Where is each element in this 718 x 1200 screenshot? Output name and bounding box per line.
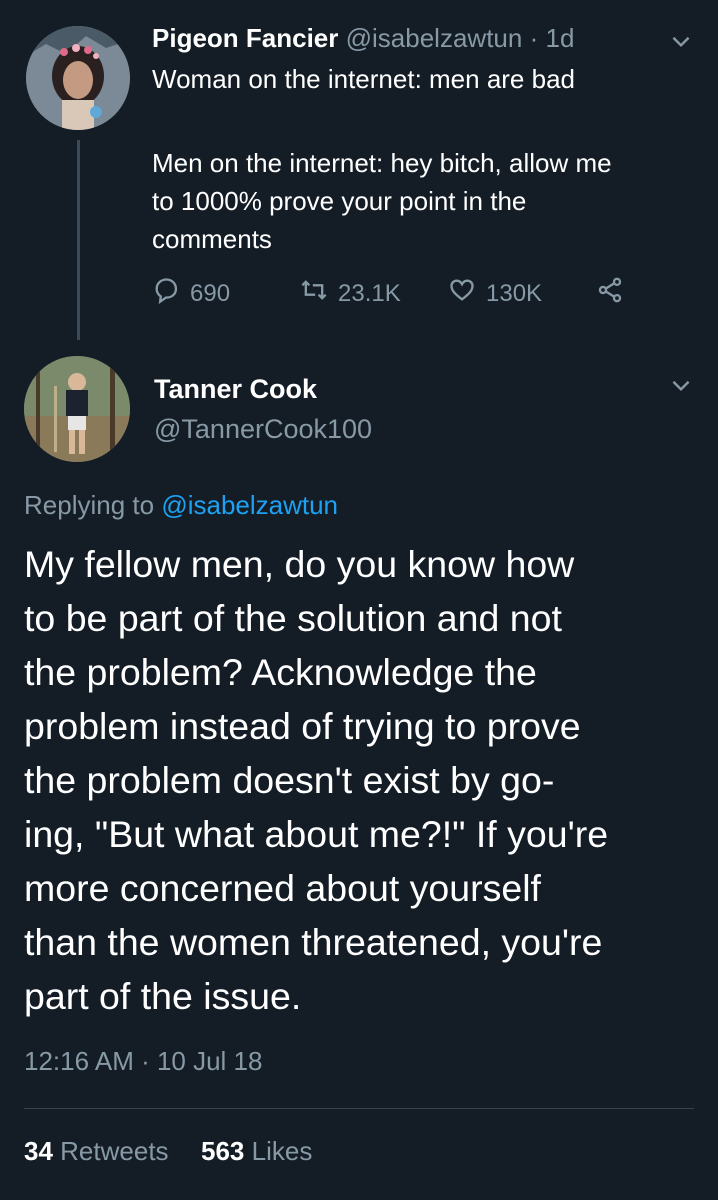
like-count: 130K (486, 279, 543, 307)
chevron-down-icon[interactable] (668, 28, 694, 59)
replying-prefix: Replying to (24, 490, 155, 520)
tweet-line: than the women threatened, you're (24, 921, 603, 963)
retweet-count: 23.1K (338, 279, 401, 307)
retweets-label: Retweets (60, 1136, 169, 1166)
like-button[interactable]: 130K (448, 276, 542, 311)
tweet-line: more concerned about yourself (24, 867, 541, 909)
tweet-line: problem instead of trying to prove (24, 705, 581, 747)
chevron-down-icon[interactable] (668, 372, 694, 403)
likes-count: 563 (201, 1136, 245, 1166)
time-ago[interactable]: 1d (545, 23, 574, 53)
text-line: Woman on the internet: men are bad (152, 64, 575, 94)
separator: · (529, 23, 539, 53)
tweet-line: the problem? Acknowledge the (24, 651, 537, 693)
engagement-stats: 34 Retweets 563 Likes (24, 1136, 312, 1167)
reply-button[interactable]: 690 (152, 276, 230, 311)
text-line: comments (152, 224, 272, 254)
handle[interactable]: @isabelzawtun (346, 23, 523, 53)
retweets-stat[interactable]: 34 Retweets (24, 1136, 176, 1166)
heart-icon (448, 276, 476, 311)
share-button[interactable] (596, 276, 624, 311)
share-icon (596, 276, 624, 311)
avatar-image (26, 26, 130, 130)
likes-label: Likes (251, 1136, 313, 1166)
timestamp[interactable]: 12:16 AM · 10 Jul 18 (24, 1046, 262, 1077)
tweet-line: part of the issue. (24, 975, 302, 1017)
display-name[interactable]: Tanner Cook (154, 374, 317, 405)
likes-stat[interactable]: 563 Likes (201, 1136, 312, 1166)
handle[interactable]: @TannerCook100 (154, 414, 372, 445)
retweet-icon (300, 276, 328, 311)
tweet-line: ing, "But what about me?!" If you're (24, 813, 609, 855)
tweet-line: My fellow men, do you know how (24, 543, 575, 585)
quoted-tweet-header: Pigeon Fancier @isabelzawtun · 1d (152, 22, 574, 54)
tweet-body: My fellow men, do you know how to be par… (24, 537, 714, 1023)
quoted-tweet-text: Woman on the internet: men are bad Men o… (152, 60, 692, 258)
avatar-pigeon-fancier[interactable] (26, 26, 130, 130)
avatar-image (24, 356, 130, 462)
retweets-count: 34 (24, 1136, 53, 1166)
action-bar: 690 23.1K 130K (152, 276, 652, 312)
text-line: to 1000% prove your point in the (152, 186, 527, 216)
divider (24, 1108, 694, 1109)
avatar-tanner-cook[interactable] (24, 356, 130, 462)
thread-line (77, 140, 80, 340)
tweet-line: the problem doesn't exist by go- (24, 759, 555, 801)
reply-icon (152, 276, 180, 311)
text-line: Men on the internet: hey bitch, allow me (152, 148, 612, 178)
tweet-line: to be part of the solution and not (24, 597, 562, 639)
replying-to: Replying to @isabelzawtun (24, 490, 338, 521)
retweet-button[interactable]: 23.1K (300, 276, 401, 311)
reply-count: 690 (190, 279, 231, 307)
replying-to-link[interactable]: @isabelzawtun (161, 490, 338, 520)
display-name[interactable]: Pigeon Fancier (152, 23, 338, 53)
